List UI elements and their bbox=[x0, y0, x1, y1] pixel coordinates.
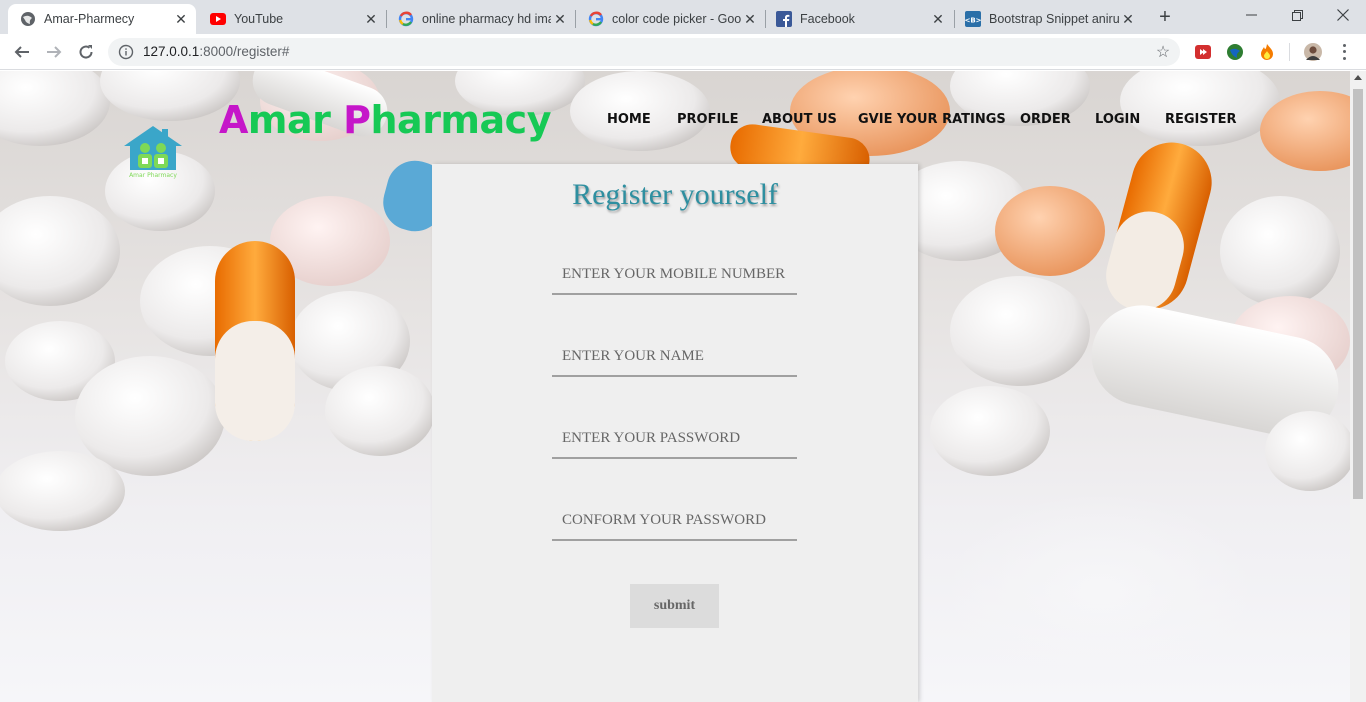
brand-initial-a: A bbox=[219, 98, 248, 142]
confirm-password-input[interactable] bbox=[552, 501, 797, 541]
address-bar[interactable]: 127.0.0.1:8000/register# ☆ bbox=[108, 38, 1180, 66]
minimize-button[interactable] bbox=[1228, 0, 1274, 30]
restore-button[interactable] bbox=[1274, 0, 1320, 30]
forward-button[interactable] bbox=[42, 40, 66, 64]
close-window-button[interactable] bbox=[1320, 0, 1366, 30]
tab-title: YouTube bbox=[234, 12, 284, 26]
back-button[interactable] bbox=[10, 40, 34, 64]
profile-avatar[interactable] bbox=[1304, 43, 1322, 61]
tab-online-pharmacy[interactable]: online pharmacy hd ima ✕ bbox=[386, 4, 575, 34]
register-title: Register yourself bbox=[572, 178, 778, 211]
tab-title: online pharmacy hd ima bbox=[422, 12, 551, 26]
browser-menu-button[interactable] bbox=[1336, 42, 1352, 62]
tab-amar-pharmecy[interactable]: Amar-Pharmecy ✕ bbox=[8, 4, 196, 34]
mobile-number-input[interactable] bbox=[552, 255, 797, 295]
submit-button[interactable]: submit bbox=[630, 584, 719, 628]
google-icon bbox=[398, 11, 414, 27]
tab-title: Amar-Pharmecy bbox=[44, 12, 135, 26]
tab-title: color code picker - Goo bbox=[612, 12, 741, 26]
reload-button[interactable] bbox=[74, 40, 98, 64]
browser-tabstrip: Amar-Pharmecy ✕ YouTube ✕ online pharmac… bbox=[0, 0, 1366, 34]
scrollbar-thumb[interactable] bbox=[1353, 89, 1363, 499]
url-path: :8000/register# bbox=[199, 44, 290, 59]
site-brand-title[interactable]: Amar Pharmacy bbox=[219, 98, 551, 142]
nav-order[interactable]: ORDER bbox=[1020, 112, 1071, 127]
page-background: Amar Pharmacy Amar Pharmacy HOME PROFILE… bbox=[0, 71, 1350, 702]
brand-word-amar: mar bbox=[247, 98, 344, 142]
url-host: 127.0.0.1 bbox=[143, 44, 200, 59]
tab-bootstrap-snippet[interactable]: <B> Bootstrap Snippet aniru ✕ bbox=[953, 4, 1143, 34]
brand-word-pharmacy: harmacy bbox=[370, 98, 552, 142]
extension-flame-icon[interactable] bbox=[1258, 43, 1276, 61]
svg-text:<B>: <B> bbox=[965, 17, 981, 25]
nav-login[interactable]: LOGIN bbox=[1095, 112, 1140, 127]
nav-register[interactable]: REGISTER bbox=[1165, 112, 1237, 127]
password-input[interactable] bbox=[552, 419, 797, 459]
close-icon[interactable]: ✕ bbox=[1119, 10, 1137, 28]
nav-home[interactable]: HOME bbox=[607, 112, 651, 127]
close-icon[interactable]: ✕ bbox=[172, 10, 190, 28]
scroll-up-arrow-icon[interactable] bbox=[1354, 75, 1362, 80]
facebook-icon bbox=[776, 11, 792, 27]
nav-profile[interactable]: PROFILE bbox=[677, 112, 738, 127]
close-icon[interactable]: ✕ bbox=[362, 10, 380, 28]
nav-about-us[interactable]: ABOUT US bbox=[762, 112, 837, 127]
bookmark-star-icon[interactable]: ☆ bbox=[1154, 43, 1172, 61]
tab-title: Facebook bbox=[800, 12, 855, 26]
tab-title: Bootstrap Snippet aniru bbox=[989, 12, 1119, 26]
new-tab-button[interactable]: + bbox=[1154, 6, 1176, 28]
nav-give-ratings[interactable]: GVIE YOUR RATINGS bbox=[858, 112, 1006, 127]
url-text: 127.0.0.1:8000/register# bbox=[143, 44, 289, 59]
tab-facebook[interactable]: Facebook ✕ bbox=[764, 4, 953, 34]
info-icon[interactable] bbox=[118, 44, 134, 60]
brand-initial-p: P bbox=[343, 98, 371, 142]
tab-color-code-picker[interactable]: color code picker - Goo ✕ bbox=[576, 4, 765, 34]
extension-globe-icon[interactable] bbox=[1226, 43, 1244, 61]
browser-toolbar: 127.0.0.1:8000/register# ☆ bbox=[0, 34, 1366, 70]
pharmacy-logo[interactable]: Amar Pharmacy bbox=[120, 124, 186, 180]
youtube-icon bbox=[210, 11, 226, 27]
globe-icon bbox=[20, 11, 36, 27]
page-scrollbar[interactable] bbox=[1350, 71, 1366, 702]
close-icon[interactable]: ✕ bbox=[741, 10, 759, 28]
name-input[interactable] bbox=[552, 337, 797, 377]
extension-red-icon[interactable] bbox=[1194, 43, 1212, 61]
bootstrap-icon: <B> bbox=[965, 11, 981, 27]
close-icon[interactable]: ✕ bbox=[551, 10, 569, 28]
close-icon[interactable]: ✕ bbox=[929, 10, 947, 28]
tab-youtube[interactable]: YouTube ✕ bbox=[198, 4, 386, 34]
google-icon bbox=[588, 11, 604, 27]
